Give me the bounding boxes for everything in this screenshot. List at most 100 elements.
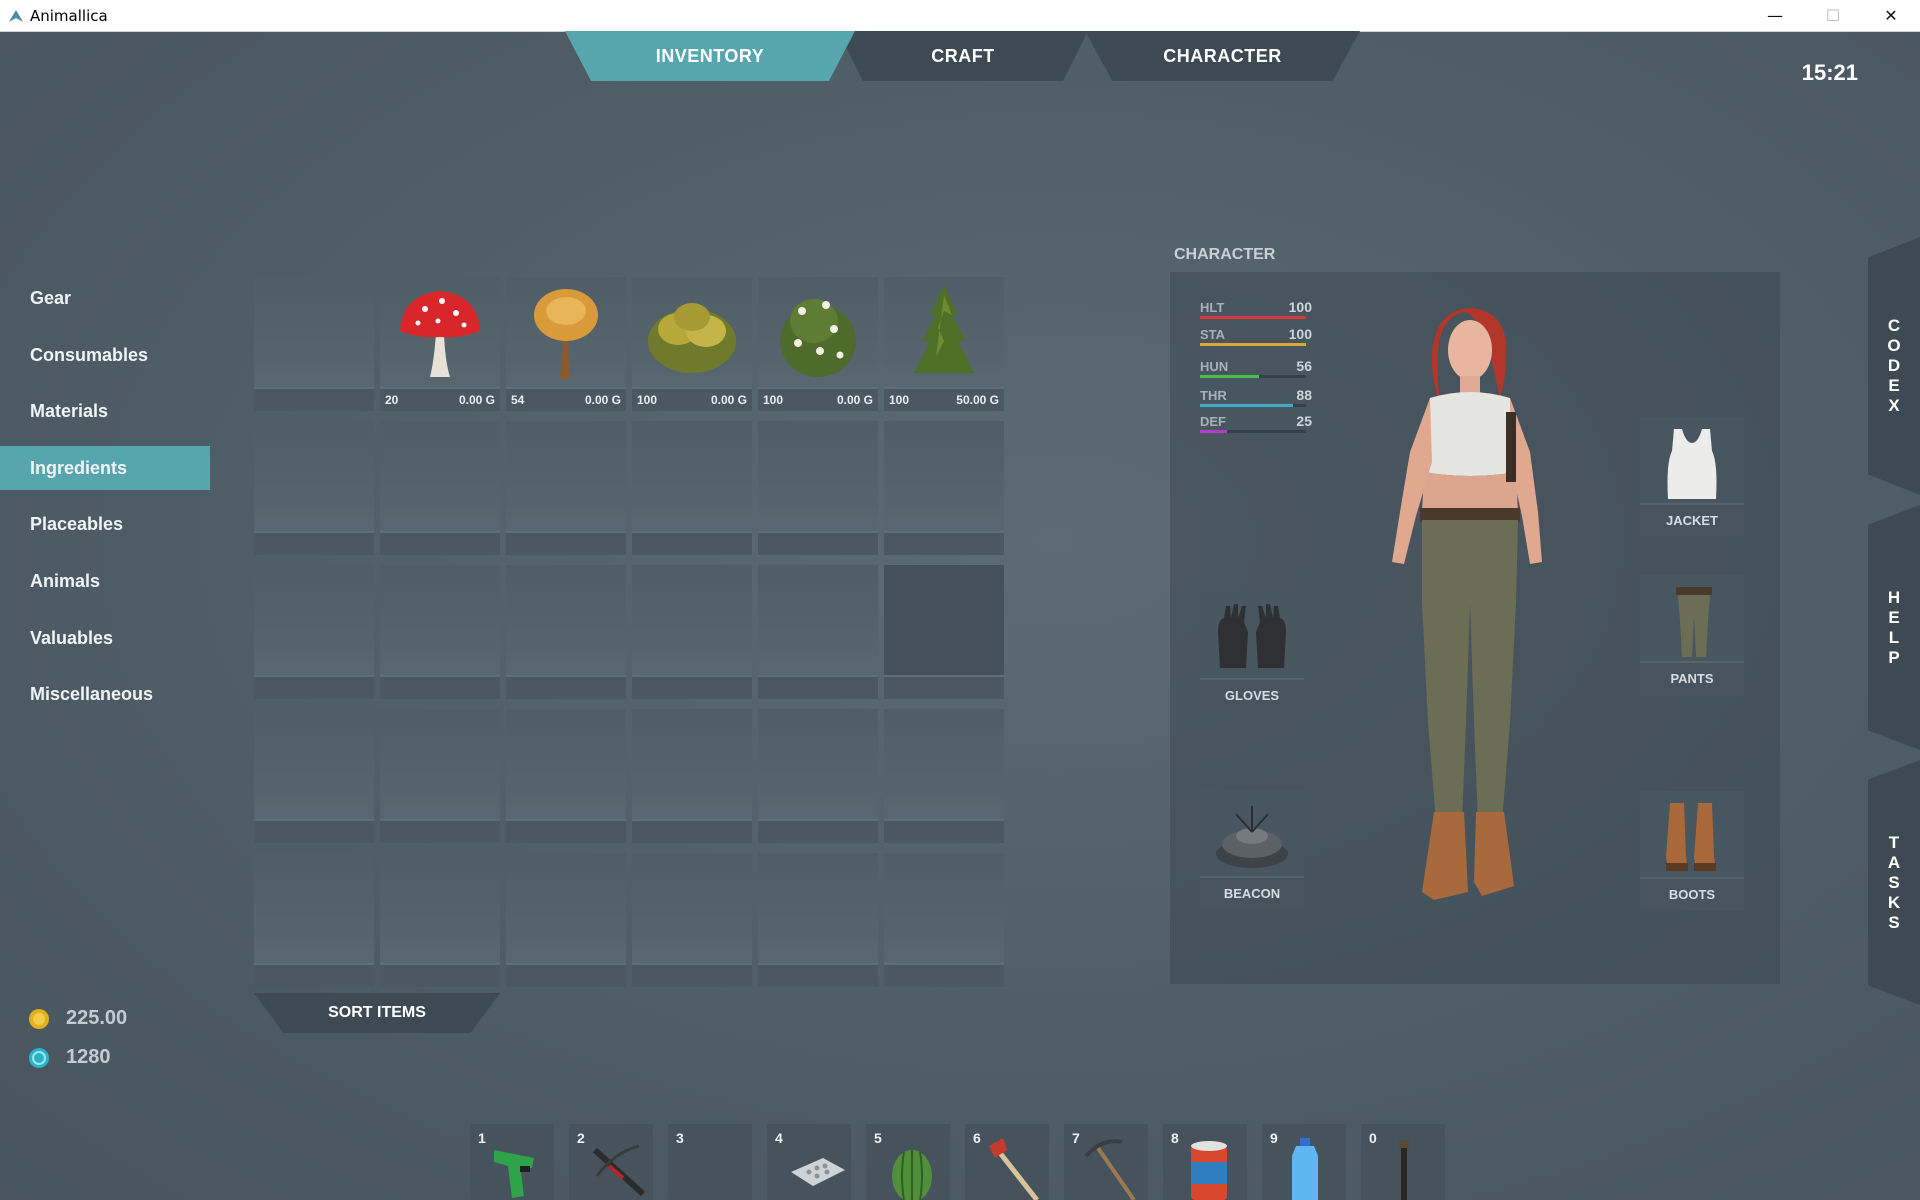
inventory-slot[interactable] [254, 853, 374, 987]
close-button[interactable]: ✕ [1862, 0, 1920, 31]
category-placeables[interactable]: Placeables [0, 502, 210, 546]
category-consumables[interactable]: Consumables [0, 333, 210, 377]
side-tab-tasks[interactable]: T A S K S [1868, 760, 1920, 1005]
category-miscellaneous[interactable]: Miscellaneous [0, 672, 210, 716]
inventory-slot[interactable]: 100 0.00 G [758, 277, 878, 411]
equip-slot-boots[interactable]: BOOTS [1640, 791, 1744, 911]
side-tab-letter: C [1887, 316, 1901, 335]
stat-bar [1200, 316, 1306, 319]
slot-footer: 54 0.00 G [506, 387, 626, 411]
slot-footer [506, 963, 626, 987]
slot-footer [632, 963, 752, 987]
tab-craft[interactable]: CRAFT [838, 31, 1088, 81]
inventory-slot[interactable] [632, 853, 752, 987]
hotbar-slot-8[interactable]: 8 [1163, 1124, 1247, 1200]
stat-name: HLT [1200, 300, 1225, 315]
inventory-slot[interactable]: 100 50.00 G [884, 277, 1004, 411]
hotbar-slot-number: 8 [1171, 1130, 1179, 1146]
inventory-slot[interactable] [380, 565, 500, 699]
hotbar-slot-4[interactable]: 4 [767, 1124, 851, 1200]
hotbar-slot-9[interactable]: 9 [1262, 1124, 1346, 1200]
stat-value: 88 [1296, 387, 1312, 403]
inventory-slot[interactable] [506, 421, 626, 555]
category-materials[interactable]: Materials [0, 389, 210, 433]
inventory-slot[interactable] [884, 709, 1004, 843]
side-tab-letter: O [1887, 336, 1901, 355]
hotbar-slot-2[interactable]: 2 [569, 1124, 653, 1200]
category-ingredients[interactable]: Ingredients [0, 445, 210, 490]
slot-footer [884, 963, 1004, 987]
category-animals[interactable]: Animals [0, 559, 210, 603]
hotbar-slot-number: 0 [1369, 1130, 1377, 1146]
inventory-slot[interactable]: 54 0.00 G [506, 277, 626, 411]
category-gear[interactable]: Gear [0, 276, 210, 320]
hotbar-slot-7[interactable]: 7 [1064, 1124, 1148, 1200]
inventory-slot[interactable] [254, 709, 374, 843]
equip-slot-beacon[interactable]: BEACON [1200, 790, 1304, 910]
inventory-slot[interactable] [254, 565, 374, 699]
stat-thirst: THR 88 [1200, 386, 1312, 412]
hotbar-slot-3[interactable]: 3 [668, 1124, 752, 1200]
hotbar-slot-0[interactable]: 0 [1361, 1124, 1445, 1200]
inventory-slot[interactable] [506, 853, 626, 987]
side-tab-help[interactable]: H E L P [1868, 505, 1920, 750]
tab-inventory[interactable]: INVENTORY [565, 31, 855, 81]
inventory-slot[interactable] [632, 421, 752, 555]
inventory-slot[interactable]: 20 0.00 G [380, 277, 500, 411]
equip-slot-jacket[interactable]: JACKET [1640, 417, 1744, 537]
inventory-slot[interactable]: 100 0.00 G [632, 277, 752, 411]
minimize-button[interactable]: — [1746, 0, 1804, 31]
stat-value: 25 [1296, 413, 1312, 429]
inventory-slot[interactable] [254, 421, 374, 555]
slot-footer [758, 675, 878, 699]
inventory-slot[interactable] [884, 421, 1004, 555]
inventory-slot[interactable] [884, 853, 1004, 987]
inventory-slot[interactable] [380, 709, 500, 843]
sort-items-button[interactable]: SORT ITEMS [254, 993, 500, 1033]
gem-balance: 1280 [28, 1046, 111, 1069]
equip-label: BEACON [1200, 876, 1304, 910]
inventory-slot[interactable] [632, 565, 752, 699]
inventory-slot[interactable] [758, 421, 878, 555]
inventory-slot[interactable] [254, 277, 374, 411]
inventory-slot[interactable] [758, 565, 878, 699]
category-valuables[interactable]: Valuables [0, 616, 210, 660]
hotbar-slot-1[interactable]: 1 [470, 1124, 554, 1200]
stat-bar-fill [1200, 404, 1294, 407]
hotbar-slot-5[interactable]: 5 [866, 1124, 950, 1200]
side-tab-letter: T [1888, 832, 1900, 852]
pickaxe-icon [1084, 1139, 1136, 1200]
stat-defense: DEF 25 [1200, 412, 1312, 438]
inventory-slot[interactable] [380, 853, 500, 987]
green-pistol-icon [494, 1150, 534, 1198]
inventory-slot[interactable] [506, 709, 626, 843]
slot-footer [632, 531, 752, 555]
canned-food-icon [1191, 1141, 1227, 1200]
crossbow-icon [592, 1144, 646, 1197]
item-price: 0.00 G [458, 393, 495, 407]
slot-footer [758, 531, 878, 555]
stat-bar [1200, 343, 1306, 346]
slot-footer [254, 819, 374, 843]
equip-slot-pants[interactable]: PANTS [1640, 575, 1744, 695]
item-count: 20 [385, 393, 399, 407]
slot-footer [632, 819, 752, 843]
inventory-slot-selected[interactable] [884, 565, 1004, 699]
stat-bar-fill [1200, 343, 1306, 346]
equip-slot-gloves[interactable]: GLOVES [1200, 592, 1304, 712]
side-tab-letter: X [1888, 396, 1900, 415]
maximize-button[interactable]: ☐ [1804, 0, 1862, 31]
side-tab-letter: L [1888, 627, 1900, 647]
inventory-slot[interactable] [632, 709, 752, 843]
inventory-slot[interactable] [758, 853, 878, 987]
hotbar-slot-6[interactable]: 6 [965, 1124, 1049, 1200]
tab-character[interactable]: CHARACTER [1085, 31, 1360, 81]
inventory-slot[interactable] [758, 709, 878, 843]
side-tab-letter: S [1888, 872, 1900, 892]
side-tab-codex[interactable]: C O D E X [1868, 237, 1920, 495]
slot-footer: 100 50.00 G [884, 387, 1004, 411]
inventory-slot[interactable] [506, 565, 626, 699]
inventory-slot[interactable] [380, 421, 500, 555]
item-count: 100 [763, 393, 784, 407]
pants-icon [1676, 587, 1712, 657]
